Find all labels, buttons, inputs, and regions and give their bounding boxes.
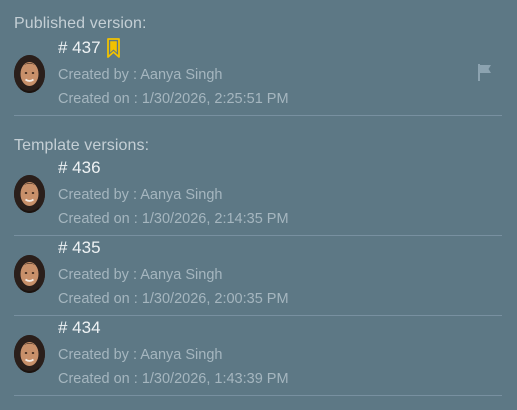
avatar: [14, 255, 45, 293]
version-number: # 437: [58, 38, 120, 58]
created-by: Created by : Aanya Singh: [58, 67, 223, 83]
version-number-text: # 437: [58, 38, 101, 57]
version-number: # 436: [58, 158, 101, 177]
created-by: Created by : Aanya Singh: [58, 347, 223, 363]
created-on: Created on : 1/30/2026, 2:14:35 PM: [58, 211, 289, 227]
avatar: [14, 55, 45, 93]
created-by: Created by : Aanya Singh: [58, 187, 223, 203]
created-on: Created on : 1/30/2026, 1:43:39 PM: [58, 371, 289, 387]
version-history-panel: Published version: # 437 Created by: Aa…: [0, 0, 517, 410]
template-section-label: Template versions:: [14, 137, 150, 154]
template-version-row[interactable]: # 435 Created by : Aanya Singh Created o…: [14, 238, 502, 316]
flag-icon[interactable]: [476, 63, 494, 81]
version-number: # 434: [58, 318, 101, 337]
published-section-label: Published version:: [14, 15, 147, 32]
created-on: Created on : 1/30/2026, 2:00:35 PM: [58, 291, 289, 307]
bookmark-icon: [106, 38, 120, 58]
created-by: Created by : Aanya Singh: [58, 267, 223, 283]
avatar: [14, 335, 45, 373]
published-version-row[interactable]: # 437 Created by : Aanya Singh Created o…: [14, 38, 502, 116]
avatar: [14, 175, 45, 213]
template-version-row[interactable]: # 434 Created by : Aanya Singh Created o…: [14, 318, 502, 396]
created-on: Created on : 1/30/2026, 2:25:51 PM: [58, 91, 289, 107]
version-number: # 435: [58, 238, 101, 257]
template-version-row[interactable]: # 436 Created by : Aanya Singh Created o…: [14, 158, 502, 236]
